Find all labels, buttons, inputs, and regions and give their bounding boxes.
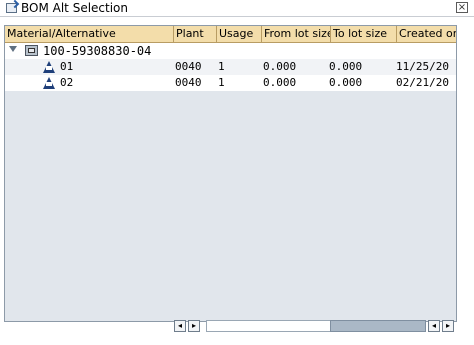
usage-cell: 1 xyxy=(218,76,225,89)
table-row[interactable]: 01 0040 1 0.000 0.000 11/25/20 xyxy=(5,59,456,75)
bom-icon xyxy=(25,45,38,56)
alternative-icon xyxy=(43,61,55,73)
material-number: 100-59308830-04 xyxy=(43,44,152,58)
column-header-material[interactable]: Material/Alternative xyxy=(5,26,174,42)
plant-cell: 0040 xyxy=(175,76,202,89)
usage-cell: 1 xyxy=(218,60,225,73)
from-lot-size-cell: 0.000 xyxy=(263,60,297,73)
column-header-from-lot-size[interactable]: From lot size xyxy=(262,26,331,42)
scroll-left-button[interactable]: ◂ xyxy=(174,320,186,332)
alternative-number: 02 xyxy=(60,76,74,89)
table-row[interactable]: 02 0040 1 0.000 0.000 02/21/20 xyxy=(5,75,456,91)
to-lot-size-cell: 0.000 xyxy=(329,76,363,89)
title-bar: BOM Alt Selection × xyxy=(0,0,474,17)
created-on-cell: 11/25/20 xyxy=(396,60,449,73)
close-button[interactable]: × xyxy=(456,2,468,13)
alternative-icon xyxy=(43,77,55,89)
scroll-right-button[interactable]: ▸ xyxy=(188,320,200,332)
table-row-material[interactable]: 100-59308830-04 xyxy=(5,43,456,59)
bom-alt-selection-window: BOM Alt Selection × Material/Alternative… xyxy=(0,0,474,345)
window-title: BOM Alt Selection xyxy=(21,0,128,15)
alternatives-table: Material/Alternative Plant Usage From lo… xyxy=(4,25,457,322)
expand-triangle-icon[interactable] xyxy=(9,46,17,52)
column-header-to-lot-size[interactable]: To lot size xyxy=(331,26,397,42)
created-on-cell: 02/21/20 xyxy=(396,76,449,89)
column-header-usage[interactable]: Usage xyxy=(217,26,262,42)
to-lot-size-cell: 0.000 xyxy=(329,60,363,73)
column-header-created-on[interactable]: Created on xyxy=(397,26,456,42)
plant-cell: 0040 xyxy=(175,60,202,73)
from-lot-size-cell: 0.000 xyxy=(263,76,297,89)
scroll-right-button-2[interactable]: ▸ xyxy=(442,320,454,332)
column-header-plant[interactable]: Plant xyxy=(174,26,217,42)
scroll-left-button-2[interactable]: ◂ xyxy=(428,320,440,332)
dialog-icon xyxy=(6,3,17,13)
scroll-thumb[interactable] xyxy=(330,320,426,332)
alternative-number: 01 xyxy=(60,60,74,73)
table-header: Material/Alternative Plant Usage From lo… xyxy=(5,26,456,43)
